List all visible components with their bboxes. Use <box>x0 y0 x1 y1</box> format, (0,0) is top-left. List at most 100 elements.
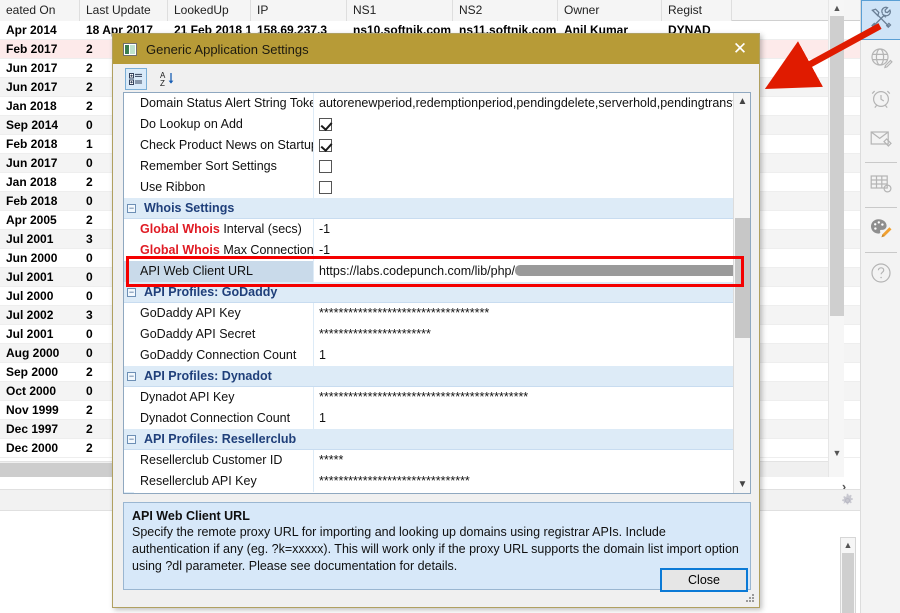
detail-scroll-up-icon[interactable]: ▲ <box>841 538 855 552</box>
table-column-header[interactable]: eated On <box>0 0 80 21</box>
property-row[interactable]: Dynadot Connection Count 1 <box>124 408 734 429</box>
checkbox-checked-icon[interactable] <box>319 139 332 152</box>
checkbox-checked-icon[interactable] <box>319 118 332 131</box>
property-row[interactable]: Global Whois Interval (secs) -1 <box>124 219 734 240</box>
property-value[interactable]: 1 <box>314 345 734 366</box>
property-value[interactable] <box>314 156 734 177</box>
description-pane: API Web Client URL Specify the remote pr… <box>123 502 751 590</box>
sidebar-divider-2 <box>864 207 897 208</box>
detail-scroll-thumb[interactable] <box>842 553 854 613</box>
property-name-emphasis: Global Whois <box>140 243 220 257</box>
scroll-down-icon[interactable]: ▼ <box>829 445 845 461</box>
collapse-icon[interactable]: − <box>127 372 136 381</box>
property-value[interactable]: 1 <box>314 408 734 429</box>
table-column-header[interactable]: Owner <box>558 0 662 21</box>
property-row[interactable]: GoDaddy Connection Count 1 <box>124 345 734 366</box>
close-icon[interactable]: ✕ <box>729 39 751 59</box>
property-value[interactable] <box>314 135 734 156</box>
property-row[interactable]: Resellerclub API Key ********************… <box>124 471 734 492</box>
gear-icon[interactable] <box>836 490 858 510</box>
table-cell: Jun 2017 <box>6 79 58 94</box>
checkbox-unchecked-icon[interactable] <box>319 160 332 173</box>
sidebar-item-mail[interactable] <box>861 120 900 160</box>
property-grid-scrollbar[interactable]: ▲ ▼ <box>733 93 750 493</box>
property-row[interactable]: Do Lookup on Add <box>124 114 734 135</box>
collapse-icon[interactable]: − <box>127 288 136 297</box>
property-row[interactable]: Use Ribbon <box>124 177 734 198</box>
property-value[interactable]: autorenewperiod,redemptionperiod,pending… <box>314 93 734 114</box>
table-cell: Jan 2018 <box>6 174 57 189</box>
dialog-titlebar[interactable]: Generic Application Settings ✕ <box>113 34 759 64</box>
table-cell: Jun 2017 <box>6 60 58 75</box>
property-name: Global Whois Max Connections <box>124 240 314 261</box>
property-name: Check Product News on Startup <box>124 135 314 156</box>
property-row[interactable]: GoDaddy API Key *************************… <box>124 303 734 324</box>
property-value[interactable]: -1 <box>314 219 734 240</box>
sidebar-item-theme[interactable] <box>861 210 900 250</box>
table-cell: Feb 2018 <box>6 136 58 151</box>
resize-grip[interactable] <box>745 593 755 603</box>
description-body: Specify the remote proxy URL for importi… <box>132 525 739 573</box>
property-row[interactable]: Remember Sort Settings <box>124 156 734 177</box>
property-row[interactable]: Domain Status Alert String Toker autorene… <box>124 93 734 114</box>
property-row[interactable]: GoDaddy API Secret **********************… <box>124 324 734 345</box>
table-column-header[interactable]: NS2 <box>453 0 558 21</box>
close-button[interactable]: Close <box>660 568 748 592</box>
detail-pane-scrollbar[interactable]: ▲ <box>840 537 856 613</box>
alphabetical-sort-button[interactable]: A Z <box>157 68 179 90</box>
pg-scroll-up-icon[interactable]: ▲ <box>734 93 750 110</box>
property-row[interactable]: Dynadot API Key *************************… <box>124 387 734 408</box>
svg-text:Z: Z <box>160 79 165 88</box>
property-category-row[interactable]: − API Profiles: GoDaddy <box>124 282 734 303</box>
table-cell: Apr 2014 <box>6 22 57 37</box>
table-cell: Jul 2000 <box>6 288 54 303</box>
sidebar-item-help[interactable] <box>861 255 900 295</box>
checkbox-unchecked-icon[interactable] <box>319 181 332 194</box>
property-value[interactable] <box>314 177 734 198</box>
property-value[interactable]: *********************************** <box>314 303 734 324</box>
annotation-arrow <box>764 23 882 89</box>
property-category-row[interactable]: − API Profiles: Resellerclub <box>124 429 734 450</box>
pg-scroll-thumb[interactable] <box>735 218 750 338</box>
table-column-header[interactable]: NS1 <box>347 0 453 21</box>
table-settings-icon <box>869 171 893 200</box>
table-header-row: eated On Last Update LookedUp IP NS1 NS2 Owner… <box>0 0 860 21</box>
sidebar-divider-3 <box>864 252 897 253</box>
property-value[interactable] <box>314 114 734 135</box>
property-name: Dynadot API Key <box>124 387 314 408</box>
dialog-title: Generic Application Settings <box>146 41 309 57</box>
property-value[interactable]: ******************************* <box>314 471 734 492</box>
sidebar-item-columns[interactable] <box>861 165 900 205</box>
mail-tag-icon <box>869 126 893 155</box>
table-column-header[interactable]: LookedUp <box>168 0 251 21</box>
table-column-header[interactable]: Regist <box>662 0 732 21</box>
description-title: API Web Client URL <box>132 509 250 523</box>
property-value[interactable]: *********************** <box>314 324 734 345</box>
table-cell: Oct 2000 <box>6 383 57 398</box>
property-value[interactable]: -1 <box>314 240 734 261</box>
property-name: GoDaddy Connection Count <box>124 345 314 366</box>
property-row[interactable]: API Web Client URL https://labs.codepunch… <box>124 261 734 282</box>
property-name-emphasis: Global Whois <box>140 222 220 236</box>
pg-scroll-down-icon[interactable]: ▼ <box>734 476 750 493</box>
property-category-row[interactable]: − API Profiles: Dynadot <box>124 366 734 387</box>
table-cell: Dec 1997 <box>6 421 59 436</box>
scroll-up-icon[interactable]: ▲ <box>829 0 845 16</box>
property-row[interactable]: Resellerclub Customer ID ***** <box>124 450 734 471</box>
property-category-row[interactable]: − Whois Settings <box>124 198 734 219</box>
property-name: Resellerclub Customer ID <box>124 450 314 471</box>
property-grid[interactable]: Domain Status Alert String Toker autorene… <box>123 92 751 494</box>
table-column-header[interactable]: Last Update <box>80 0 168 21</box>
app-window: eated On Last Update LookedUp IP NS1 NS2 Owner… <box>0 0 900 613</box>
collapse-icon[interactable]: − <box>127 204 136 213</box>
property-value[interactable]: https://labs.codepunch.com/lib/php/ <box>314 261 734 282</box>
categorized-view-button[interactable] <box>125 68 147 90</box>
property-value[interactable]: ****************************************… <box>314 387 734 408</box>
table-column-header[interactable]: IP <box>251 0 347 21</box>
property-row[interactable]: Global Whois Max Connections -1 <box>124 240 734 261</box>
collapse-icon[interactable]: − <box>127 435 136 444</box>
property-name: GoDaddy API Secret <box>124 324 314 345</box>
property-value[interactable]: ***** <box>314 450 734 471</box>
property-row[interactable]: Check Product News on Startup <box>124 135 734 156</box>
app-icon <box>123 42 137 56</box>
